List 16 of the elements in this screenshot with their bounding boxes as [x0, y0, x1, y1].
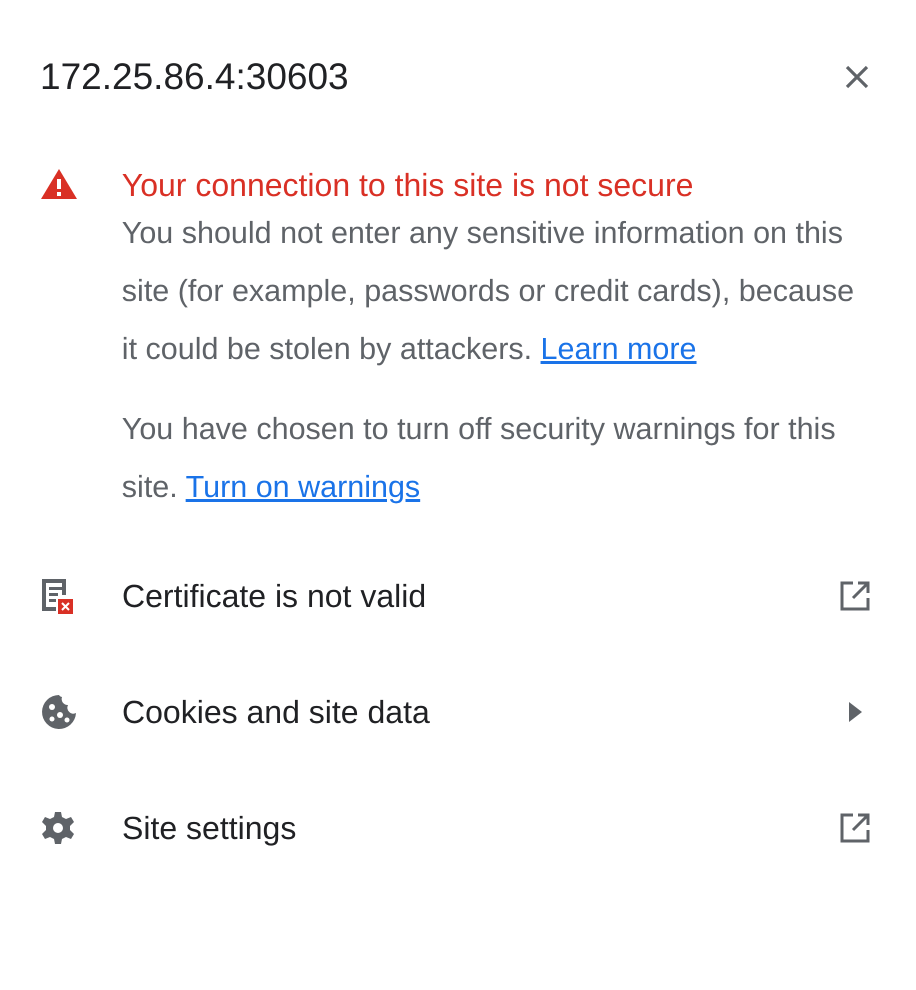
link[interactable]: Turn on warnings	[186, 470, 420, 504]
cookie-icon	[40, 693, 78, 731]
external-link-icon	[839, 812, 871, 844]
warning-text: You should not enter any sensitive information on this site (for example, passwords or credit cards), because it could be stolen by attackers. Learn more	[122, 215, 856, 368]
menu-item[interactable]: Certificate is not valid	[40, 538, 872, 654]
link[interactable]: Learn more	[540, 332, 697, 366]
warning-text: You have chosen to turn off security warnings for this site. Turn on warnings	[122, 411, 837, 506]
menu-item[interactable]: Site settings	[40, 770, 872, 886]
external-link-icon	[839, 580, 871, 612]
warning-heading: Your connection to this site is not secure	[122, 166, 694, 205]
arrow-icon	[847, 701, 863, 723]
certificate-icon	[40, 577, 74, 615]
gear-icon	[40, 810, 76, 846]
warning-icon	[40, 168, 78, 200]
menu-item[interactable]: Cookies and site data	[40, 654, 872, 770]
site-address: 172.25.86.4:30603	[40, 56, 349, 98]
